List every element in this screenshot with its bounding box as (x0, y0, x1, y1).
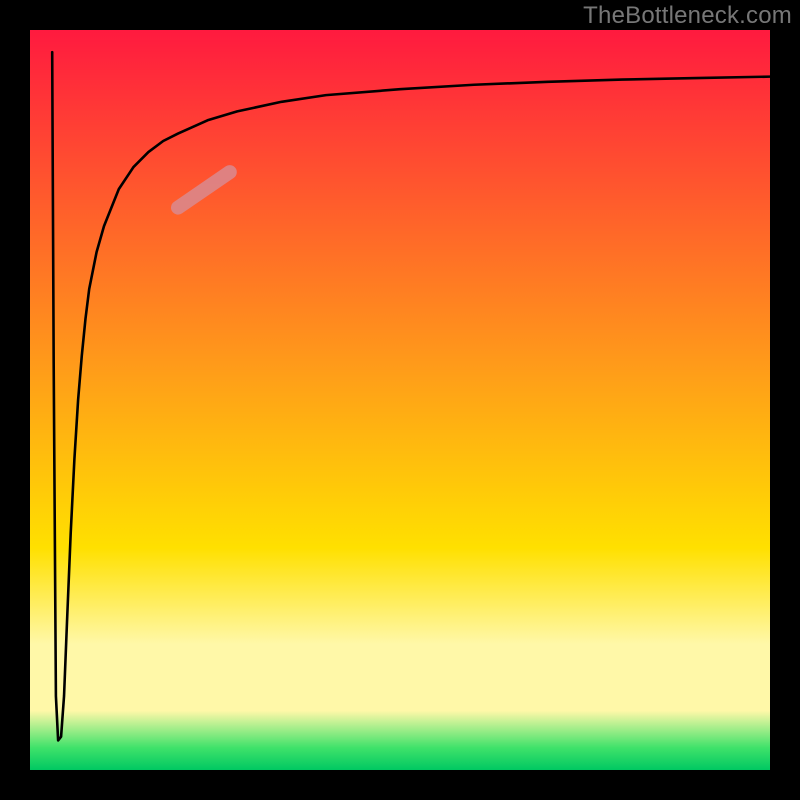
plot-background (30, 30, 770, 770)
chart-container: TheBottleneck.com (0, 0, 800, 800)
chart-svg (0, 0, 800, 800)
watermark-text: TheBottleneck.com (583, 2, 792, 30)
